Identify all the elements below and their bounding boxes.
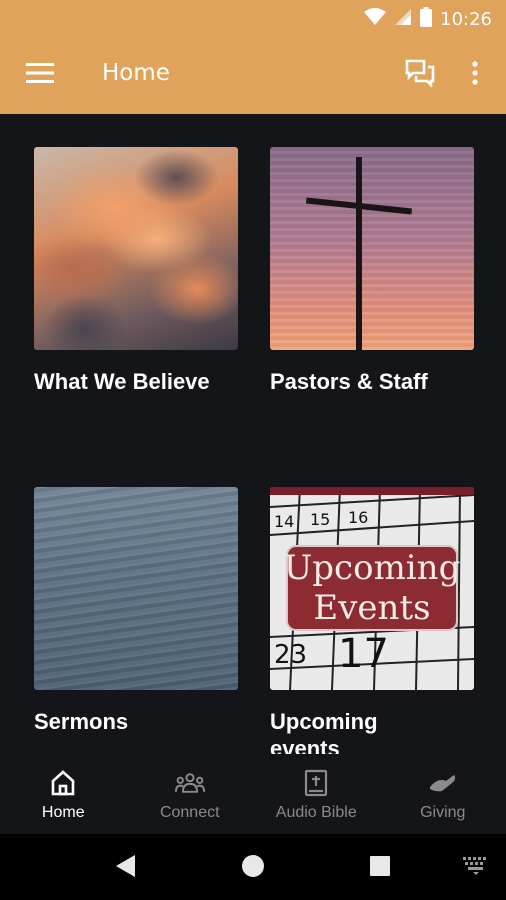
overflow-menu-button[interactable] [460,58,490,92]
calendar-photo: 14 15 16 23 17 Upcoming Events [270,487,474,690]
nav-label-giving: Giving [420,804,466,821]
app-bar: Home [0,36,506,114]
nav-item-connect[interactable]: Connect [127,754,254,834]
status-bar: 10:26 [0,0,506,36]
tile-label: What We Believe [34,369,210,394]
nav-item-giving[interactable]: Giving [380,754,506,834]
svg-text:16: 16 [348,508,368,527]
recents-button[interactable] [364,852,396,884]
tile-label: Sermons [34,709,129,734]
tile-sermons[interactable]: Sermons [34,487,238,735]
bottom-navigation: Home Connect Audio Bible Giving [0,754,506,834]
calendar-overlay-badge: Upcoming Events [283,545,461,631]
chat-button[interactable] [400,58,440,92]
group-icon [174,768,205,798]
nav-label-audio-bible: Audio Bible [275,804,357,821]
giving-hand-icon [428,768,458,798]
svg-text:14: 14 [274,512,294,531]
svg-text:23: 23 [274,640,307,670]
recents-icon [369,855,391,882]
clouds-photo [34,147,238,350]
tile-what-we-believe[interactable]: What We Believe [34,147,238,395]
nav-item-audio-bible[interactable]: Audio Bible [253,754,380,834]
tile-upcoming-events[interactable]: 14 15 16 23 17 Upcoming Events Upcoming eve… [270,487,474,754]
menu-icon [26,62,54,88]
home-grid: What We Believe Pastors & Staff Sermons [0,114,506,754]
battery-icon [420,7,433,32]
home-circle-button[interactable] [237,852,269,884]
keyboard-icon [463,856,489,880]
status-icons: 10:26 [364,7,492,32]
back-button[interactable] [110,852,142,884]
signal-icon [394,8,412,31]
back-icon [115,854,137,883]
overflow-menu-icon [472,60,478,90]
menu-button[interactable] [20,58,60,92]
calendar-overlay-line1: Upcoming [283,548,461,588]
nav-label-connect: Connect [159,804,220,821]
bible-icon [301,768,331,798]
wifi-icon [364,8,387,31]
svg-text:15: 15 [310,510,330,529]
cross-icon [305,157,413,350]
nav-item-home[interactable]: Home [0,754,127,834]
system-navigation-bar [0,834,506,900]
chat-icon [405,59,435,92]
page-title: Home [102,60,170,86]
home-circle-icon [241,854,265,883]
tile-label: Upcoming events [270,709,378,754]
calendar-overlay-line2: Events [313,588,431,628]
tile-pastors-staff[interactable]: Pastors & Staff [270,147,474,395]
nav-label-home: Home [41,804,85,821]
keyboard-button[interactable] [460,852,492,884]
svg-text:17: 17 [338,631,389,677]
cross-sky-photo [270,147,474,350]
status-time: 10:26 [440,9,492,30]
sea-photo [34,487,238,690]
tile-label: Pastors & Staff [270,369,428,394]
home-icon [48,768,78,798]
app-screen: 10:26 Home What We Believe Pastors & Sta… [0,0,506,900]
